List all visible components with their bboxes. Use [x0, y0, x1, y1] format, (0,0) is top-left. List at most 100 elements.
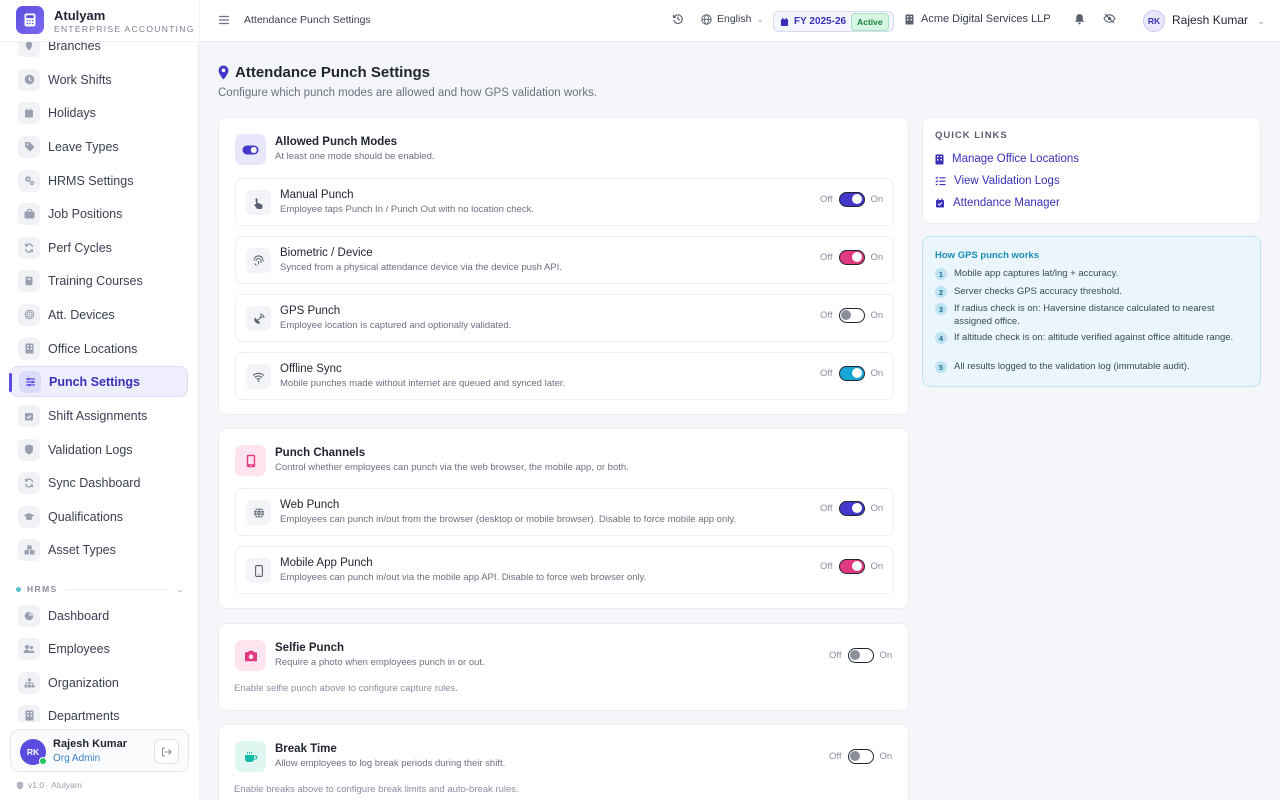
company-selector[interactable]: Acme Digital Services LLP: [905, 13, 1051, 25]
hamburger-icon: [219, 15, 229, 25]
topbar: Attendance Punch Settings English ⌄ FY 2…: [200, 0, 1280, 42]
calendar-check-icon: [18, 404, 40, 427]
sidebar-item-sync-dashboard[interactable]: Sync Dashboard: [10, 467, 188, 498]
sidebar-section-hrms[interactable]: HRMS ⌄: [16, 582, 184, 596]
sidebar-item-punch-settings[interactable]: Punch Settings: [9, 366, 188, 397]
break-time-toggle[interactable]: [847, 749, 874, 764]
sidebar-item-qualifications[interactable]: Qualifications: [10, 501, 188, 532]
sidebar-item-work-shifts[interactable]: Work Shifts: [10, 64, 188, 95]
avatar[interactable]: RK: [1143, 10, 1165, 32]
view-validation-logs-link[interactable]: View Validation Logs: [935, 175, 1060, 187]
on-label: On: [870, 561, 884, 572]
attendance-manager-link[interactable]: Attendance Manager: [935, 197, 1060, 209]
privacy-toggle-button[interactable]: [1103, 13, 1116, 24]
offline-sync-toggle[interactable]: [838, 366, 865, 381]
off-label: Off: [820, 310, 833, 321]
logout-button[interactable]: [154, 739, 179, 764]
section-divider: [65, 588, 169, 590]
breadcrumb: Attendance Punch Settings: [244, 14, 371, 26]
online-status-dot: [39, 757, 47, 765]
link-label: Attendance Manager: [953, 197, 1060, 209]
row-subtitle: Employee taps Punch In / Punch Out with …: [280, 204, 535, 215]
user-card[interactable]: RK Rajesh Kumar Org Admin: [10, 729, 189, 772]
sidebar-item-leave-types[interactable]: Leave Types: [10, 131, 188, 162]
sidebar-item-label: Employees: [48, 641, 110, 656]
mobile-app-punch-toggle[interactable]: [838, 559, 865, 574]
offline-sync-row: Offline Sync Mobile punches made without…: [235, 352, 894, 400]
on-label: On: [879, 650, 893, 661]
off-label: Off: [820, 561, 833, 572]
sidebar-item-employees[interactable]: Employees: [10, 633, 188, 664]
sidebar-item-att-devices[interactable]: Att. Devices: [10, 299, 188, 330]
web-punch-toggle[interactable]: [838, 501, 865, 516]
gps-punch-toggle[interactable]: [838, 308, 865, 323]
row-subtitle: Employees can punch in/out via the mobil…: [280, 572, 647, 583]
coffee-icon: [235, 741, 266, 772]
language-label: English: [717, 13, 752, 25]
biometric-toggle-group: Off On: [820, 250, 883, 265]
sidebar-item-label: Validation Logs: [48, 442, 133, 457]
biometric-device-row: Biometric / Device Synced from a physica…: [235, 236, 894, 284]
pie-chart-icon: [18, 604, 40, 627]
language-select[interactable]: English ⌄: [701, 13, 764, 25]
sidebar-item-job-positions[interactable]: Job Positions: [10, 198, 188, 229]
card-title: Break Time: [275, 743, 337, 755]
manual-punch-toggle[interactable]: [838, 192, 865, 207]
manage-office-locations-link[interactable]: Manage Office Locations: [935, 153, 1079, 165]
off-label: Off: [829, 751, 842, 762]
quick-links-title: QUICK LINKS: [935, 130, 1008, 141]
sliders-icon: [19, 370, 41, 393]
sidebar-item-label: HRMS Settings: [48, 173, 134, 188]
sidebar-item-office-locations[interactable]: Office Locations: [10, 333, 188, 364]
fiscal-year-selector[interactable]: FY 2025-26 Active: [773, 11, 894, 32]
boxes-icon: [18, 538, 40, 561]
user-menu[interactable]: Rajesh Kumar ⌄: [1172, 13, 1265, 27]
wifi-icon: [246, 364, 271, 389]
on-label: On: [879, 751, 893, 762]
user-name: Rajesh Kumar: [53, 738, 127, 750]
manual-punch-toggle-group: Off On: [820, 192, 883, 207]
mobile-app-punch-row: Mobile App Punch Employees can punch in/…: [235, 546, 894, 594]
sidebar-item-validation-logs[interactable]: Validation Logs: [10, 434, 188, 465]
tag-icon: [18, 135, 40, 158]
building-icon: [18, 337, 40, 360]
sidebar-item-holidays[interactable]: Holidays: [10, 97, 188, 128]
page-title: Attendance Punch Settings: [235, 64, 431, 81]
break-time-card: Break Time Allow employees to log break …: [218, 724, 909, 800]
sidebar-item-hrms-settings[interactable]: HRMS Settings: [10, 165, 188, 196]
web-punch-row: Web Punch Employees can punch in/out fro…: [235, 488, 894, 536]
step-text: Server checks GPS accuracy threshold.: [954, 286, 1122, 297]
sidebar-item-asset-types[interactable]: Asset Types: [10, 534, 188, 565]
sidebar-item-dashboard[interactable]: Dashboard: [10, 600, 188, 631]
gps-punch-toggle-group: Off On: [820, 308, 883, 323]
sidebar-item-training-courses[interactable]: Training Courses: [10, 265, 188, 296]
biometric-toggle[interactable]: [838, 250, 865, 265]
quick-links-card: QUICK LINKS Manage Office Locations View…: [922, 117, 1261, 224]
sidebar-item-perf-cycles[interactable]: Perf Cycles: [10, 232, 188, 263]
fiscal-year-label: FY 2025-26: [794, 16, 847, 27]
company-name: Acme Digital Services LLP: [921, 13, 1051, 25]
sidebar-item-label: Perf Cycles: [48, 240, 112, 255]
sidebar-item-organization[interactable]: Organization: [10, 667, 188, 698]
brand-name: Atulyam: [54, 8, 106, 23]
brand-subtitle: ENTERPRISE ACCOUNTING: [54, 24, 195, 34]
bell-icon: [1075, 14, 1084, 25]
notifications-button[interactable]: [1074, 13, 1085, 25]
selfie-note: Enable selfie punch above to configure c…: [234, 683, 458, 694]
sidebar: Branches Work Shifts Holidays Leave Type…: [0, 0, 199, 800]
sidebar-item-label: Job Positions: [48, 206, 123, 221]
row-title: Web Punch: [280, 499, 340, 511]
menu-toggle-button[interactable]: [218, 14, 232, 28]
camera-icon: [235, 640, 266, 671]
history-button[interactable]: [672, 13, 684, 25]
shield-icon: [16, 781, 24, 789]
sidebar-item-shift-assignments[interactable]: Shift Assignments: [10, 400, 188, 431]
card-title: Punch Channels: [275, 447, 366, 459]
row-subtitle: Employees can punch in/out from the brow…: [280, 514, 737, 525]
sidebar-item-label: Office Locations: [48, 341, 138, 356]
selfie-punch-toggle[interactable]: [847, 648, 874, 663]
allowed-punch-modes-card: Allowed Punch Modes At least one mode sh…: [218, 117, 909, 415]
logout-icon: [161, 746, 172, 757]
offline-sync-toggle-group: Off On: [820, 366, 883, 381]
calendar-icon: [18, 101, 40, 124]
